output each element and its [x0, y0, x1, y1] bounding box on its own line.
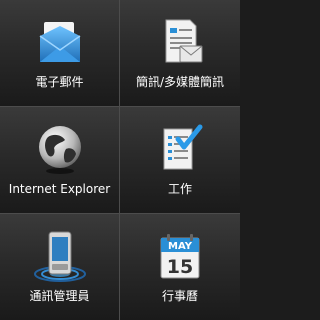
tile-label: 通訊管理員	[29, 289, 90, 303]
calendar-day-text: 15	[167, 256, 193, 278]
tile-label: 工作	[167, 182, 192, 196]
sms-mms-document-icon	[165, 19, 203, 63]
tile-label: 行事曆	[161, 289, 198, 303]
calendar-icon: MAY 15	[160, 234, 200, 279]
tasks-checklist-icon	[163, 124, 203, 170]
tile-label: 簡訊/多媒體簡訊	[135, 75, 225, 89]
calendar-month-text: MAY	[168, 241, 193, 252]
tile-email[interactable]: 電子郵件	[0, 0, 119, 106]
tile-internet-explorer[interactable]: Internet Explorer	[0, 107, 119, 213]
globe-icon	[38, 126, 81, 174]
tile-sms-mms[interactable]: 簡訊/多媒體簡訊	[120, 0, 240, 106]
tile-label: 電子郵件	[35, 75, 84, 89]
tile-tasks[interactable]: 工作	[120, 107, 240, 213]
email-envelope-icon	[39, 22, 80, 62]
tile-comm-manager[interactable]: 通訊管理員	[0, 214, 119, 320]
comm-manager-device-icon	[33, 231, 86, 282]
tile-label: Internet Explorer	[8, 182, 111, 196]
tile-calendar[interactable]: MAY 15 行事曆	[120, 214, 240, 320]
start-menu-grid: 電子郵件 簡訊/多媒體簡訊 Internet Explorer 工作 通訊管理員…	[0, 0, 240, 320]
